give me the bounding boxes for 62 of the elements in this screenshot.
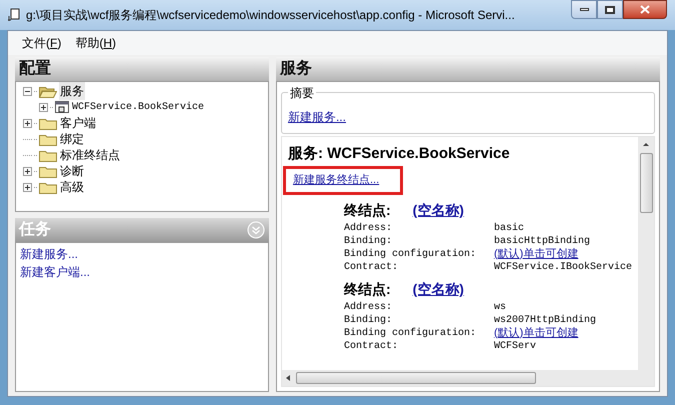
vertical-scrollbar[interactable] xyxy=(638,137,654,370)
property-label: Contract: xyxy=(344,260,399,274)
tree-item[interactable]: 客户端 xyxy=(59,114,97,132)
window-title: g:\项目实战\wcf服务编程\wcfservicedemo\windowsservicehost\app.config - Microsoft Servi... xyxy=(26,7,516,24)
new-service-link[interactable]: 新建服务... xyxy=(288,110,346,124)
property-value: ws2007HttpBinding xyxy=(494,314,596,326)
tree-item[interactable]: 绑定 xyxy=(59,130,85,148)
endpoint-label: 终结点: xyxy=(344,201,391,220)
panel-title: 任务 xyxy=(19,220,51,240)
endpoint-name-link[interactable]: (空名称) xyxy=(412,279,464,300)
new-endpoint-link[interactable]: 新建服务终结点... xyxy=(292,172,380,188)
window-icon xyxy=(55,100,69,114)
close-icon xyxy=(640,5,650,14)
property-label: Binding: xyxy=(344,234,393,248)
property-label: Contract: xyxy=(344,340,399,352)
endpoint-name-link[interactable]: (空名称) xyxy=(412,200,464,221)
folder-icon xyxy=(39,116,57,130)
scroll-left-icon[interactable] xyxy=(284,374,292,382)
property-value: basicHttpBinding xyxy=(494,234,590,248)
endpoint-label: 终结点: xyxy=(344,280,391,299)
property-link[interactable]: (默认)单击可创建 xyxy=(494,248,578,260)
minimize-button[interactable] xyxy=(571,0,597,19)
tree-item[interactable]: 高级 xyxy=(59,178,85,196)
property-link[interactable]: (默认)单击可创建 xyxy=(494,326,578,340)
folder-icon xyxy=(39,180,57,194)
tree-item[interactable]: 服务 xyxy=(59,82,85,100)
property-label: Address: xyxy=(344,222,393,234)
group-legend: 摘要 xyxy=(288,84,316,102)
menu-item[interactable]: 帮助(H) xyxy=(73,34,118,52)
folder-icon xyxy=(39,132,57,146)
task-link[interactable]: 新建服务... xyxy=(20,245,78,263)
scroll-thumb[interactable] xyxy=(640,153,652,213)
open-folder-icon xyxy=(39,84,57,98)
property-value: basic xyxy=(494,222,524,234)
plus-icon[interactable] xyxy=(23,182,32,192)
menu-item[interactable]: 文件(F) xyxy=(20,34,64,52)
scroll-thumb[interactable] xyxy=(296,372,536,384)
property-label: Binding configuration: xyxy=(344,326,477,340)
plus-icon[interactable] xyxy=(23,166,32,176)
tree-item[interactable]: 标准终结点 xyxy=(59,146,121,164)
panel-title: 配置 xyxy=(19,58,51,79)
close-button[interactable] xyxy=(623,0,667,19)
property-label: Binding configuration: xyxy=(344,248,477,260)
task-link[interactable]: 新建客户端... xyxy=(20,263,90,281)
document-icon xyxy=(8,8,20,22)
property-label: Binding: xyxy=(344,314,393,326)
minus-icon[interactable] xyxy=(23,86,32,96)
service-heading: 服务: WCFService.BookService xyxy=(288,144,511,164)
plus-icon[interactable] xyxy=(39,102,48,112)
property-label: Address: xyxy=(344,300,393,314)
horizontal-scrollbar[interactable] xyxy=(282,370,654,386)
property-value: WCFServ xyxy=(494,340,536,352)
maximize-button[interactable] xyxy=(597,0,623,19)
folder-icon xyxy=(39,164,57,178)
plus-icon[interactable] xyxy=(23,118,32,128)
folder-icon xyxy=(39,148,57,162)
tree-item[interactable]: WCFService.BookService xyxy=(71,100,206,114)
property-value: WCFService.IBookService xyxy=(494,260,632,274)
panel-title: 服务 xyxy=(280,58,312,79)
tree-item[interactable]: 诊断 xyxy=(59,162,85,180)
chevron-icon[interactable] xyxy=(246,221,265,239)
property-value: ws xyxy=(494,300,506,314)
